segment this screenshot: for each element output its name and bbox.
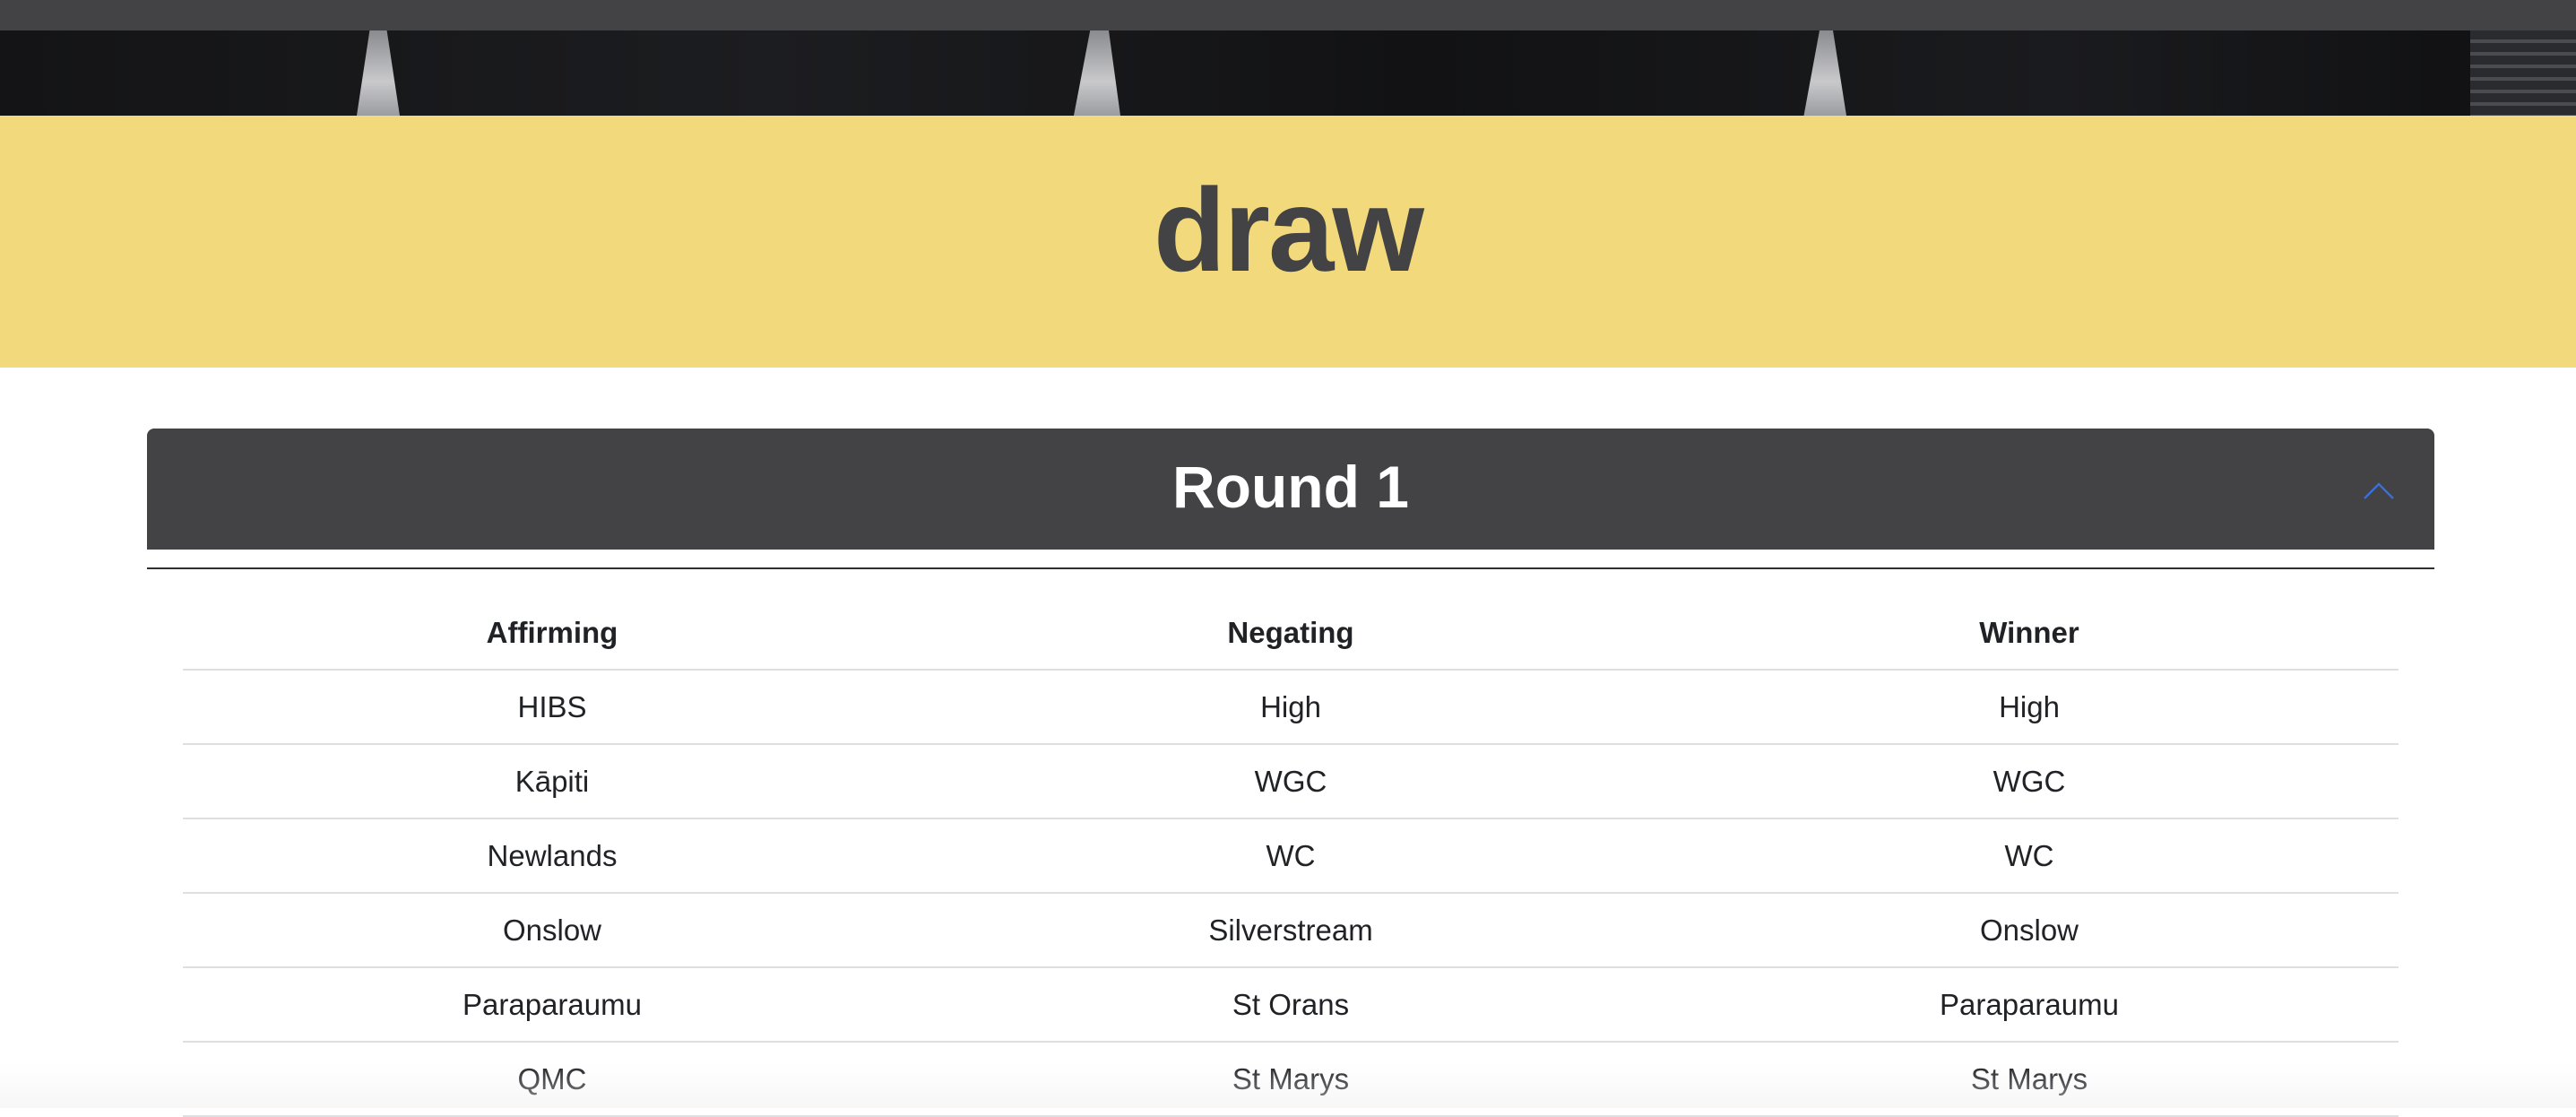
table-row: Newlands WC WC — [183, 818, 2399, 893]
round-accordion-header[interactable]: Round 1 — [147, 429, 2434, 550]
negating-cell: St Marys — [921, 1042, 1660, 1116]
negating-cell: St Orans — [921, 967, 1660, 1042]
negating-cell: Silverstream — [921, 893, 1660, 967]
affirming-cell: Kāpiti — [183, 744, 921, 818]
table-row: Kāpiti WGC WGC — [183, 744, 2399, 818]
column-header-negating: Negating — [921, 597, 1660, 670]
top-nav-bar — [0, 0, 2576, 30]
hero-image — [0, 30, 2576, 116]
table-header-row: Affirming Negating Winner — [183, 597, 2399, 670]
negating-cell: WC — [921, 818, 1660, 893]
round-divider — [147, 567, 2434, 569]
winner-cell: WGC — [1660, 744, 2399, 818]
winner-cell: St Marys — [1660, 1042, 2399, 1116]
page-title-band: draw — [0, 116, 2576, 368]
winner-cell: WC — [1660, 818, 2399, 893]
affirming-cell: QMC — [183, 1042, 921, 1116]
page-title: draw — [0, 171, 2576, 290]
affirming-cell: HIBS — [183, 670, 921, 744]
chevron-up-icon[interactable] — [2359, 472, 2399, 511]
affirming-cell: Onslow — [183, 893, 921, 967]
table-row: QMC St Marys St Marys — [183, 1042, 2399, 1116]
winner-cell: Paraparaumu — [1660, 967, 2399, 1042]
negating-cell: High — [921, 670, 1660, 744]
table-row: HIBS High High — [183, 670, 2399, 744]
winner-cell: High — [1660, 670, 2399, 744]
negating-cell: WGC — [921, 744, 1660, 818]
draw-table: Affirming Negating Winner HIBS High High… — [183, 597, 2399, 1117]
winner-cell: Onslow — [1660, 893, 2399, 967]
affirming-cell: Newlands — [183, 818, 921, 893]
column-header-affirming: Affirming — [183, 597, 921, 670]
table-row: Paraparaumu St Orans Paraparaumu — [183, 967, 2399, 1042]
round-title: Round 1 — [147, 457, 2434, 516]
table-row: Onslow Silverstream Onslow — [183, 893, 2399, 967]
column-header-winner: Winner — [1660, 597, 2399, 670]
affirming-cell: Paraparaumu — [183, 967, 921, 1042]
